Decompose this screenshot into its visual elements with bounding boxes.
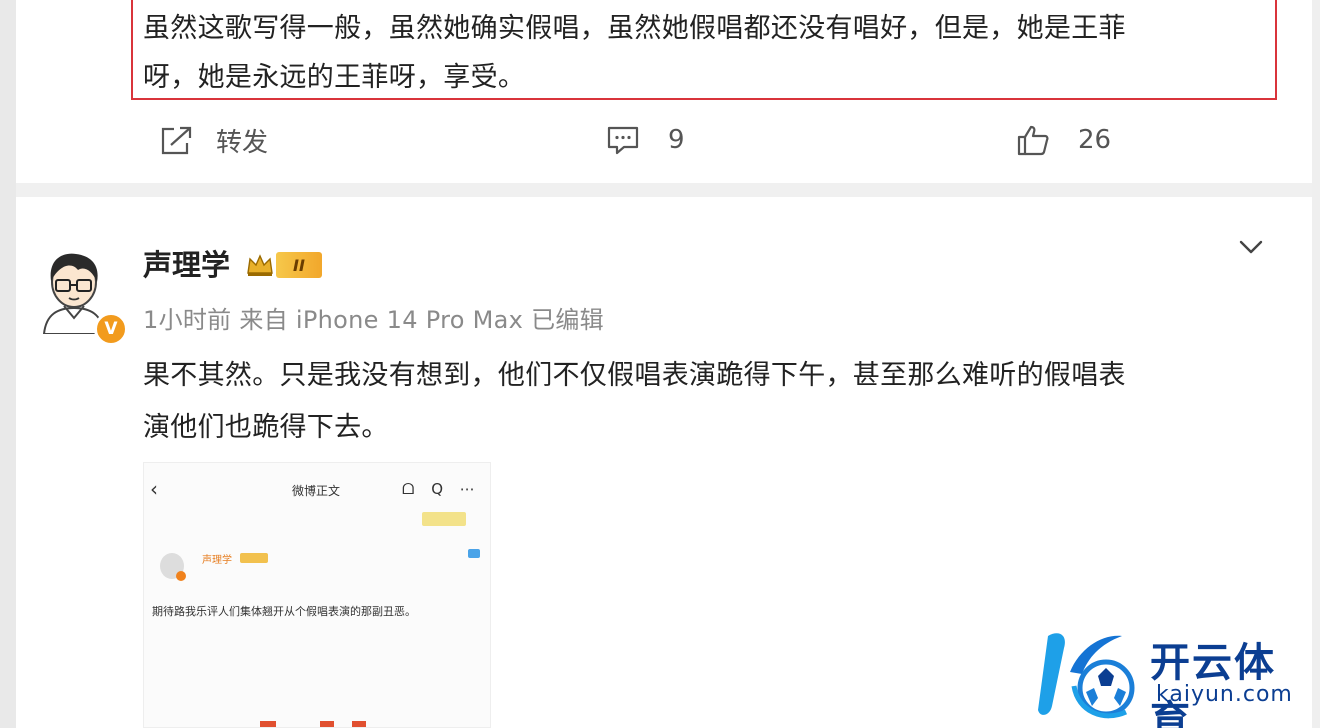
embedded-title: 微博正文 [292, 484, 341, 498]
post-divider [16, 183, 1312, 197]
watermark: 开云体育 kaiyun.com [1034, 626, 1314, 728]
user-name[interactable]: 声理学 [143, 242, 230, 284]
action-bar: 转发 9 26 [16, 112, 1312, 168]
embedded-screenshot[interactable]: ‹ 微博正文 ᗝ Q ⋯ 声理学 期待路我乐评人们集体翘开从个假唱表演的那副丑恶… [143, 462, 491, 728]
embedded-toolbar-icons: ᗝ Q ⋯ [402, 480, 481, 498]
right-margin [1312, 0, 1320, 728]
repost-button[interactable]: 转发 [160, 112, 268, 168]
vip-badge[interactable]: II [246, 248, 322, 282]
post-line-1: 果不其然。只是我没有想到，他们不仅假唱表演跪得下午，甚至那么难听的假唱表 [143, 360, 1126, 391]
top-post-text: 虽然这歌写得一般，虽然她确实假唱，虽然她假唱都还没有唱好，但是，她是王菲 呀，她… [143, 4, 1273, 102]
watermark-brand: 开云体育 [1150, 640, 1276, 728]
crown-icon [247, 254, 273, 276]
kaiyun-logo-icon [1038, 633, 1135, 719]
top-post-line-1: 虽然这歌写得一般，虽然她确实假唱，虽然她假唱都还没有唱好，但是，她是王菲 [143, 13, 1126, 44]
embedded-verified-dot [176, 571, 186, 581]
back-icon: ‹ [150, 477, 158, 501]
thumbs-up-icon [1017, 125, 1049, 156]
post-text: 果不其然。只是我没有想到，他们不仅假唱表演跪得下午，甚至那么难听的假唱表 演他们… [143, 350, 1283, 454]
comment-button[interactable]: 9 [606, 112, 685, 168]
embedded-red-mark [260, 721, 276, 727]
watermark-url: kaiyun.com [1156, 682, 1293, 707]
comment-count: 9 [668, 125, 685, 155]
embedded-badge [240, 553, 268, 563]
embedded-red-mark [352, 721, 366, 727]
like-count: 26 [1078, 125, 1112, 155]
chevron-down-icon [1239, 240, 1263, 254]
embedded-red-mark [320, 721, 334, 727]
weibo-comment-screenshot: 虽然这歌写得一般，虽然她确实假唱，虽然她假唱都还没有唱好，但是，她是王菲 呀，她… [0, 0, 1320, 728]
left-margin [0, 0, 16, 728]
repost-icon [161, 126, 192, 155]
verified-badge: V [94, 312, 128, 346]
embedded-body-text: 期待路我乐评人们集体翘开从个假唱表演的那副丑恶。 [152, 605, 416, 618]
embedded-follow-icon [468, 549, 480, 558]
top-post-line-2: 呀，她是永远的王菲呀，享受。 [143, 62, 526, 93]
repost-label: 转发 [216, 127, 269, 158]
comment-icon [607, 126, 639, 155]
like-button[interactable]: 26 [1016, 112, 1111, 168]
post-meta: 1小时前 来自 iPhone 14 Pro Max 已编辑 [143, 306, 604, 334]
embedded-user-name: 声理学 [202, 555, 232, 566]
badge-level: II [276, 252, 322, 278]
post-line-2: 演他们也跪得下去。 [143, 412, 389, 443]
embedded-tag [422, 512, 466, 526]
more-options-button[interactable] [1238, 238, 1264, 260]
